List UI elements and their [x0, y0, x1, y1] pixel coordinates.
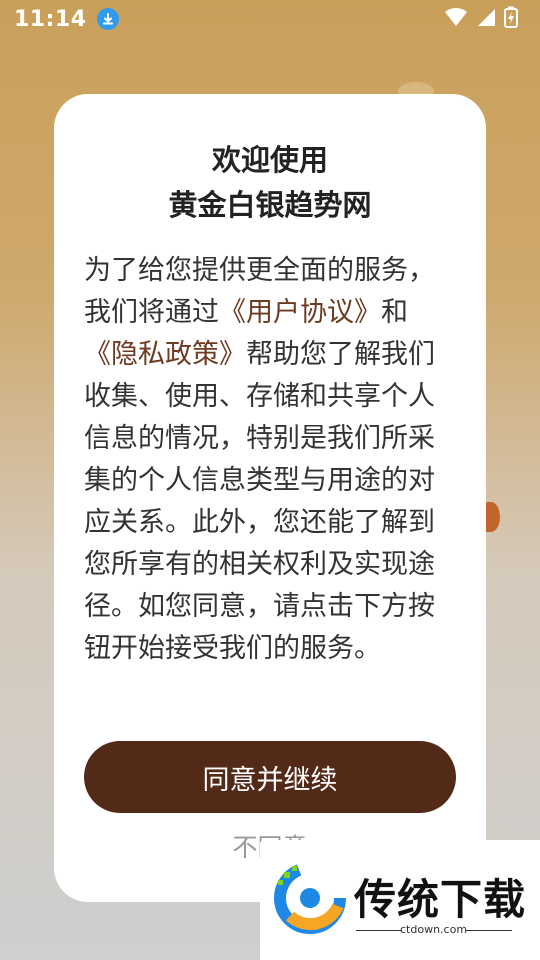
download-icon: [96, 8, 119, 30]
status-right: [444, 6, 518, 32]
user-agreement-link[interactable]: 《用户协议》: [219, 297, 381, 328]
watermark-divider: [466, 930, 512, 931]
privacy-policy-link[interactable]: 《隐私政策》: [84, 339, 246, 370]
dialog-title-line2: 黄金白银趋势网: [168, 188, 372, 222]
watermark: 传统下载 ctdown.com: [260, 840, 540, 960]
clock: 11:14: [14, 6, 87, 32]
watermark-url: ctdown.com: [400, 923, 468, 936]
status-bar: 11:14: [0, 0, 540, 38]
privacy-dialog: 欢迎使用 黄金白银趋势网 为了给您提供更全面的服务，我们将通过《用户协议》和《隐…: [54, 94, 486, 902]
dialog-title: 欢迎使用 黄金白银趋势网: [54, 138, 486, 228]
status-left: 11:14: [14, 7, 119, 32]
ctdown-logo-icon: [270, 858, 350, 942]
watermark-divider: [356, 930, 402, 931]
signal-icon: [476, 7, 496, 31]
watermark-title: 传统下载: [354, 875, 527, 924]
body-text-rest: 帮助您了解我们收集、使用、存储和共享个人信息的情况，特别是我们所采集的个人信息类…: [84, 339, 435, 664]
wifi-icon: [444, 7, 468, 31]
dialog-title-line1: 欢迎使用: [211, 143, 328, 177]
dialog-body: 为了给您提供更全面的服务，我们将通过《用户协议》和《隐私政策》帮助您了解我们收集…: [84, 250, 456, 670]
battery-charging-icon: [504, 6, 518, 32]
body-text-and: 和: [381, 297, 408, 328]
agree-continue-button[interactable]: 同意并继续: [84, 741, 456, 813]
